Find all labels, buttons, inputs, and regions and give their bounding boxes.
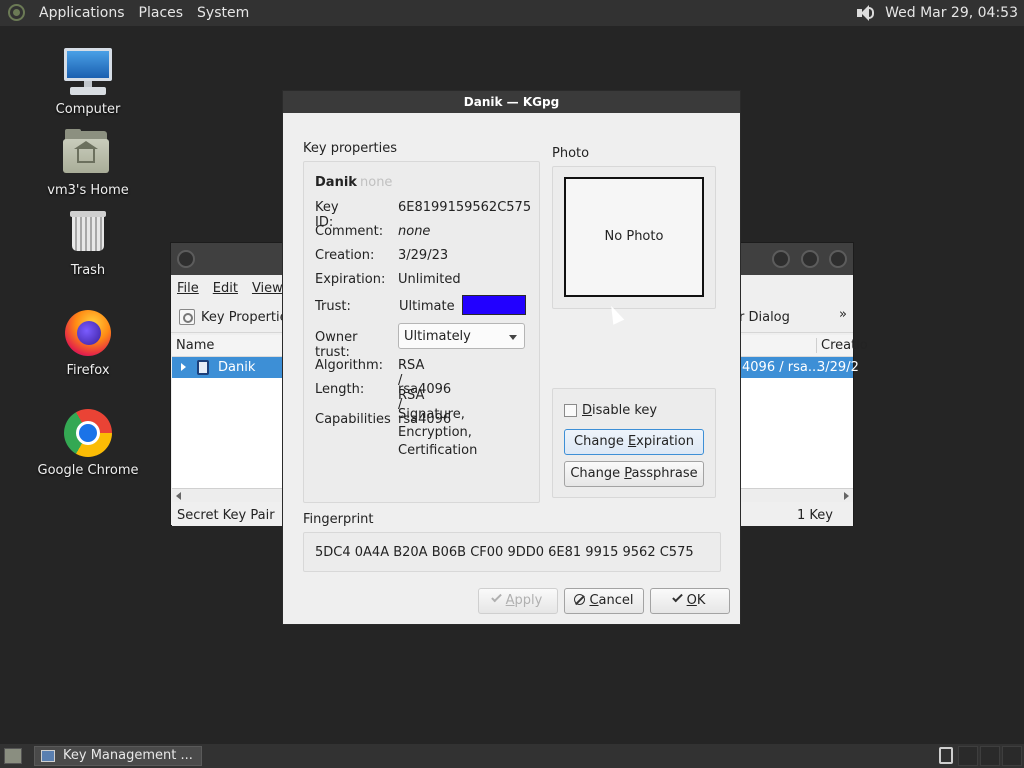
- check-icon: [671, 591, 683, 603]
- minimize-button[interactable]: [772, 250, 790, 268]
- desktop-icon-computer[interactable]: Computer: [28, 46, 148, 117]
- ok-button[interactable]: OK: [650, 588, 730, 614]
- apply-label: Apply: [505, 593, 543, 608]
- column-header-name[interactable]: Name: [176, 338, 214, 353]
- status-key-count: 1 Key: [797, 508, 833, 523]
- expiration-value: Unlimited: [398, 272, 461, 287]
- desktop-icon-label: vm3's Home: [47, 183, 129, 198]
- menu-file[interactable]: File: [177, 281, 199, 296]
- photo-heading: Photo: [552, 146, 590, 161]
- top-panel: Applications Places System Wed Mar 29, 0…: [0, 0, 1024, 26]
- owner-name: Danik: [315, 175, 357, 190]
- key-properties-frame: Danik none Key ID: 6E8199159562C575 Comm…: [303, 161, 540, 503]
- capabilities-list: Signature, Encryption, Certification: [398, 406, 477, 460]
- capability-item: Encryption,: [398, 425, 472, 440]
- scroll-left-icon[interactable]: [176, 492, 181, 500]
- row-name: Danik: [218, 360, 256, 375]
- disable-key-label[interactable]: Disable key: [582, 403, 657, 418]
- disable-key-checkbox[interactable]: [564, 404, 577, 417]
- bottom-panel: Key Management ...: [0, 744, 1024, 768]
- expand-arrow-icon[interactable]: [181, 363, 186, 371]
- trash-icon: [62, 207, 114, 259]
- desktop-icon-label: Google Chrome: [37, 463, 139, 478]
- owner-trust-label: Owner trust:: [315, 330, 358, 360]
- dialog-title[interactable]: Danik — KGpg: [283, 91, 740, 113]
- algorithm-label: Algorithm:: [315, 358, 384, 373]
- taskbar-item-key-management[interactable]: Key Management ...: [34, 746, 202, 766]
- menu-view[interactable]: View: [252, 281, 283, 296]
- places-menu[interactable]: Places: [139, 5, 184, 21]
- owner-trust-dropdown[interactable]: Ultimately: [398, 323, 525, 349]
- column-header-creation[interactable]: Creatio: [816, 338, 868, 353]
- trust-value: Ultimate: [399, 299, 455, 314]
- window-icon: [41, 750, 55, 762]
- key-properties-dialog: Danik — KGpg Key properties Danik none K…: [282, 90, 741, 625]
- applications-menu[interactable]: Applications: [39, 5, 125, 21]
- row-creation: 3/29/2: [817, 360, 859, 375]
- workspace-2[interactable]: [980, 746, 1000, 766]
- key-properties-label: Key Properties: [201, 309, 295, 325]
- distro-logo-icon[interactable]: [7, 3, 27, 23]
- length-label: Length:: [315, 382, 365, 397]
- ok-label: OK: [686, 593, 706, 608]
- desktop-icon-chrome[interactable]: Google Chrome: [28, 407, 148, 478]
- no-photo-label: No Photo: [604, 229, 664, 244]
- home-folder-icon: [62, 127, 114, 179]
- close-button[interactable]: [829, 250, 847, 268]
- capabilities-label: Capabilities: [315, 412, 391, 427]
- desktop-icon-firefox[interactable]: Firefox: [28, 307, 148, 378]
- change-passphrase-button[interactable]: Change Passphrase: [564, 461, 704, 487]
- menu-edit[interactable]: Edit: [213, 281, 238, 296]
- system-menu[interactable]: System: [197, 5, 249, 21]
- fingerprint-frame: 5DC4 0A4A B20A B06B CF00 9DD0 6E81 9915 …: [303, 532, 721, 572]
- change-expiration-button[interactable]: Change Expiration: [564, 429, 704, 455]
- tray-device-icon[interactable]: [939, 747, 953, 764]
- workspace-3[interactable]: [1002, 746, 1022, 766]
- chrome-icon: [62, 407, 114, 459]
- creation-value: 3/29/23: [398, 248, 449, 263]
- creation-label: Creation:: [315, 248, 375, 263]
- scroll-right-icon[interactable]: [844, 492, 849, 500]
- comment-label: Comment:: [315, 224, 384, 239]
- key-properties-button[interactable]: Key Properties: [179, 309, 294, 325]
- apply-button[interactable]: Apply: [478, 588, 558, 614]
- desktop-icon-label: Trash: [70, 263, 106, 278]
- key-pair-icon: [197, 360, 209, 375]
- check-icon: [490, 591, 502, 603]
- status-key-type: Secret Key Pair: [177, 508, 275, 523]
- desktop-icon-label: Computer: [55, 102, 121, 117]
- fingerprint-value: 5DC4 0A4A B20A B06B CF00 9DD0 6E81 9915 …: [315, 545, 694, 560]
- show-desktop-icon[interactable]: [4, 748, 22, 764]
- trust-label: Trust:: [315, 299, 351, 314]
- workspace-1[interactable]: [958, 746, 978, 766]
- volume-icon[interactable]: [855, 3, 875, 23]
- expiration-label: Expiration:: [315, 272, 386, 287]
- cancel-icon: [574, 594, 586, 605]
- maximize-button[interactable]: [801, 250, 819, 268]
- cancel-button[interactable]: Cancel: [564, 588, 644, 614]
- fingerprint-heading: Fingerprint: [303, 512, 374, 527]
- chevron-down-icon: [509, 335, 517, 340]
- desktop-icon-label: Firefox: [66, 363, 110, 378]
- desktop-icon-trash[interactable]: Trash: [28, 207, 148, 278]
- trust-color-swatch: [462, 295, 526, 315]
- photo-box[interactable]: No Photo: [564, 177, 704, 297]
- capability-item: Certification: [398, 443, 478, 458]
- row-length: 4096 / rsa...: [742, 360, 821, 375]
- key-icon: [179, 309, 195, 325]
- firefox-icon: [62, 307, 114, 359]
- capability-item: Signature,: [398, 407, 465, 422]
- owner-trust-value: Ultimately: [404, 329, 471, 344]
- comment-value: none: [398, 224, 431, 239]
- owner-email: none: [360, 175, 393, 190]
- desktop-icon-home[interactable]: vm3's Home: [28, 127, 148, 198]
- clock[interactable]: Wed Mar 29, 04:53: [885, 5, 1018, 21]
- toolbar-overflow-button[interactable]: »: [839, 307, 847, 322]
- window-menu-button[interactable]: [177, 250, 195, 268]
- computer-icon: [62, 46, 114, 98]
- key-properties-heading: Key properties: [303, 141, 398, 156]
- cancel-label: Cancel: [589, 593, 634, 608]
- taskbar-item-label: Key Management ...: [63, 748, 193, 763]
- key-id-value: 6E8199159562C575: [398, 200, 532, 215]
